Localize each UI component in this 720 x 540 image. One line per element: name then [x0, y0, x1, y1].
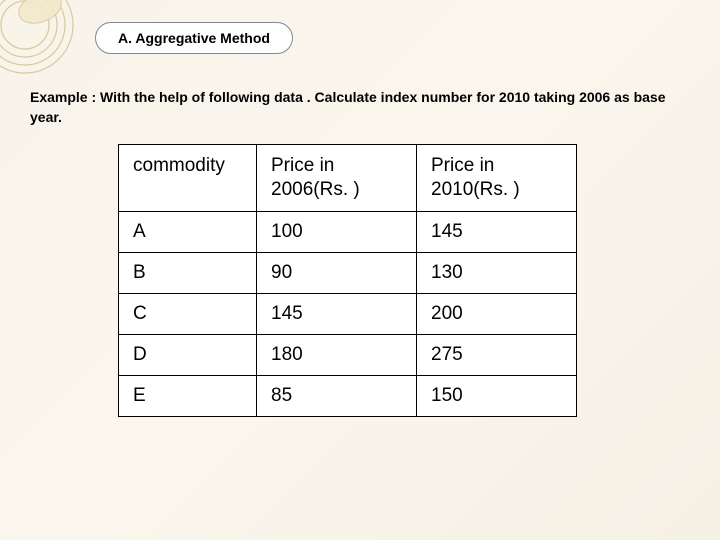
cell-price-2006: 145	[257, 293, 417, 334]
price-table: commodity Price in 2006(Rs. ) Price in 2…	[118, 144, 577, 417]
table-row: E 85 150	[119, 375, 577, 416]
table-header-row: commodity Price in 2006(Rs. ) Price in 2…	[119, 145, 577, 212]
cell-price-2006: 85	[257, 375, 417, 416]
header-commodity: commodity	[119, 145, 257, 212]
cell-commodity: B	[119, 252, 257, 293]
cell-price-2010: 275	[417, 334, 577, 375]
header-price-2010: Price in 2010(Rs. )	[417, 145, 577, 212]
section-title-badge: A. Aggregative Method	[95, 22, 293, 54]
table-row: D 180 275	[119, 334, 577, 375]
table-row: C 145 200	[119, 293, 577, 334]
section-title-text: A. Aggregative Method	[118, 30, 270, 46]
cell-price-2006: 180	[257, 334, 417, 375]
cell-price-2010: 150	[417, 375, 577, 416]
cell-price-2010: 130	[417, 252, 577, 293]
example-prompt: Example : With the help of following dat…	[30, 88, 690, 127]
header-price-2006: Price in 2006(Rs. )	[257, 145, 417, 212]
cell-price-2006: 90	[257, 252, 417, 293]
cell-commodity: C	[119, 293, 257, 334]
cell-commodity: A	[119, 211, 257, 252]
cell-price-2006: 100	[257, 211, 417, 252]
cell-price-2010: 200	[417, 293, 577, 334]
table-row: B 90 130	[119, 252, 577, 293]
cell-price-2010: 145	[417, 211, 577, 252]
cell-commodity: D	[119, 334, 257, 375]
cell-commodity: E	[119, 375, 257, 416]
table-row: A 100 145	[119, 211, 577, 252]
